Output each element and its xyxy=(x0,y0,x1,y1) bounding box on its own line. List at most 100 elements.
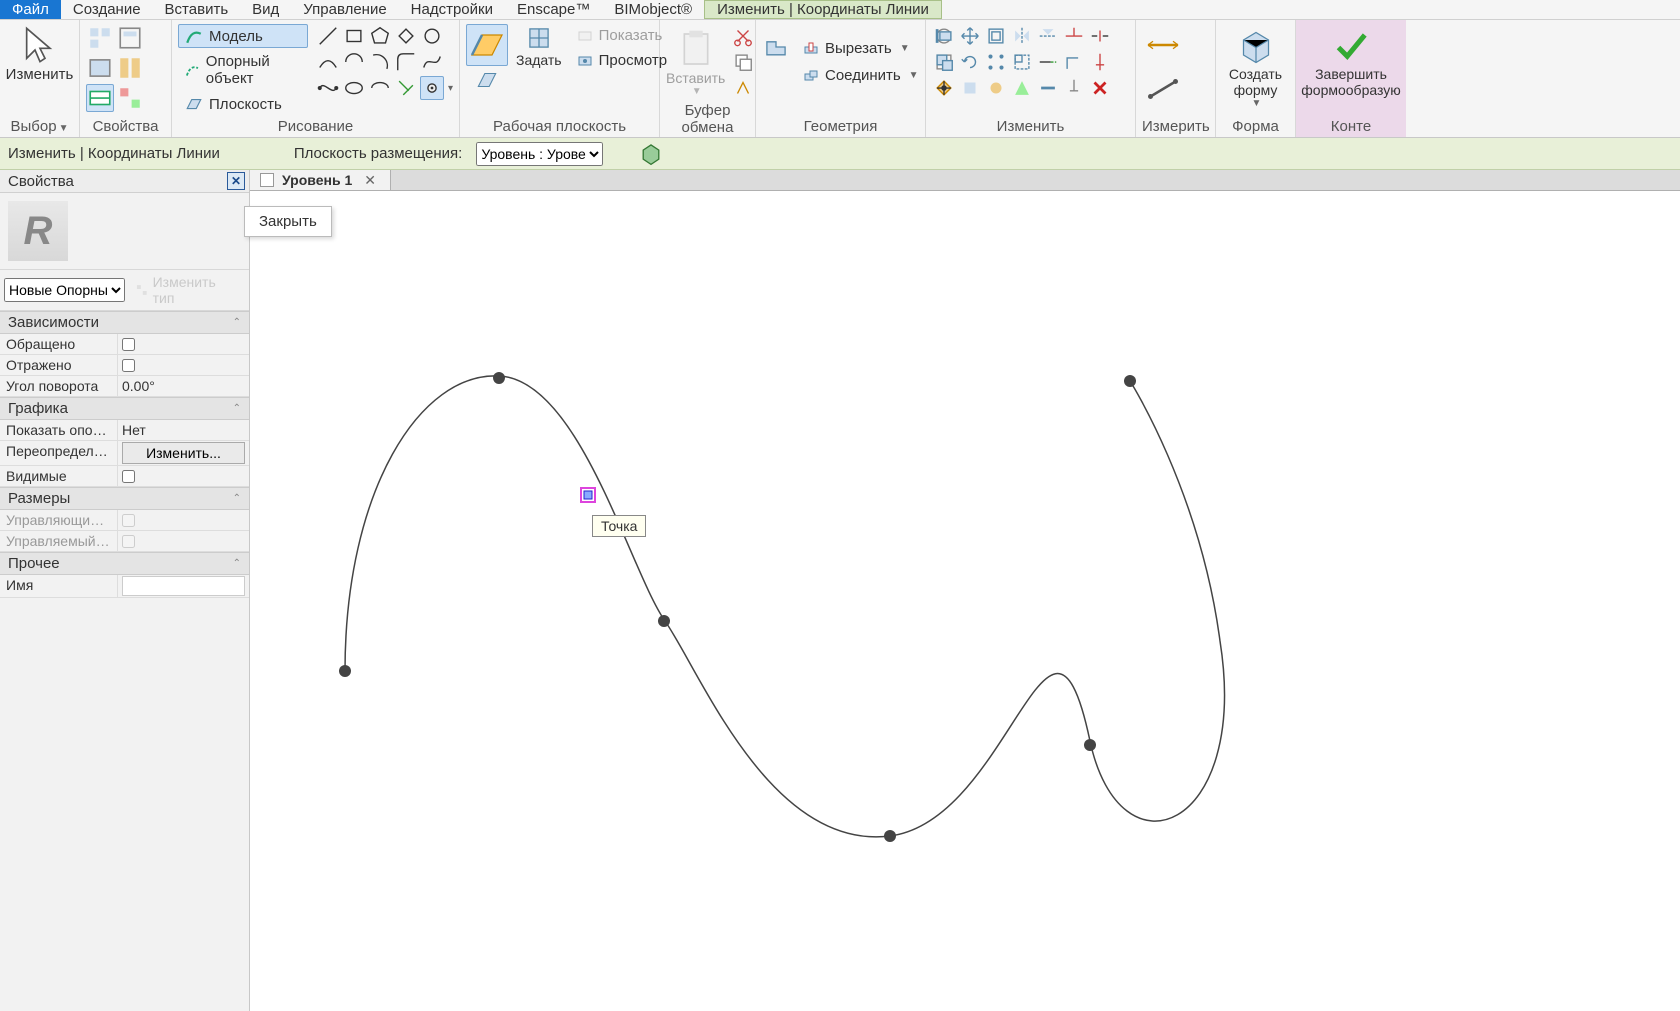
pin-icon[interactable] xyxy=(1088,50,1112,74)
menu-bimobject[interactable]: BIMobject® xyxy=(602,0,704,19)
mod-b-icon[interactable] xyxy=(984,76,1008,100)
menu-bar: Файл Создание Вставить Вид Управление На… xyxy=(0,0,1680,20)
viewer-button[interactable]: Просмотр xyxy=(570,49,675,72)
set-plane-icon[interactable] xyxy=(525,24,553,52)
corner-icon[interactable] xyxy=(1062,50,1086,74)
panel-draw-label: Рисование xyxy=(178,116,453,135)
workplane-main-icon[interactable] xyxy=(466,24,508,66)
trim-icon[interactable] xyxy=(1062,24,1086,48)
prop-driven-label: Управляемый ... xyxy=(0,531,118,551)
cut-geom-button[interactable]: Вырезать▼ xyxy=(796,37,926,60)
menu-addins[interactable]: Надстройки xyxy=(399,0,505,19)
menu-insert[interactable]: Вставить xyxy=(153,0,241,19)
optbar-3d-icon[interactable] xyxy=(637,140,665,168)
menu-create[interactable]: Создание xyxy=(61,0,153,19)
mirror1-icon[interactable] xyxy=(1010,24,1034,48)
cursor-icon[interactable] xyxy=(19,24,61,66)
panel-clipboard-label: Буфер обмена xyxy=(666,100,749,136)
geom-notch-icon[interactable] xyxy=(762,33,790,61)
copy-clip-icon[interactable] xyxy=(731,50,755,74)
prop-icon-2[interactable] xyxy=(116,24,144,52)
draw-expand-icon[interactable]: ▾ xyxy=(448,83,453,94)
delete-icon[interactable] xyxy=(1088,76,1112,100)
polygon-icon[interactable] xyxy=(368,24,392,48)
view-tab-level1[interactable]: Уровень 1 ✕ xyxy=(250,170,391,190)
menu-enscape[interactable]: Enscape™ xyxy=(505,0,602,19)
create-form-icon[interactable] xyxy=(1235,24,1277,66)
prop-icon-5[interactable] xyxy=(86,84,114,112)
prop-showref-value[interactable]: Нет xyxy=(122,422,146,438)
type-selector[interactable]: Новые Опорны xyxy=(4,278,125,302)
placement-label: Плоскость размещения: xyxy=(294,145,463,162)
spline-icon[interactable] xyxy=(316,76,340,100)
group-other[interactable]: Прочее⌃ xyxy=(0,552,249,575)
menu-view[interactable]: Вид xyxy=(240,0,291,19)
polygon2-icon[interactable] xyxy=(394,24,418,48)
workplane-alt-icon[interactable] xyxy=(473,66,501,94)
rect-icon[interactable] xyxy=(342,24,366,48)
circle-icon[interactable] xyxy=(420,24,444,48)
arc3-icon[interactable] xyxy=(368,50,392,74)
partial-ellipse-icon[interactable] xyxy=(368,76,392,100)
close-tooltip[interactable]: Закрыть xyxy=(244,206,332,237)
array-icon[interactable] xyxy=(984,50,1008,74)
group-dims[interactable]: Размеры⌃ xyxy=(0,487,249,510)
rotate-icon[interactable] xyxy=(958,50,982,74)
group-deps[interactable]: Зависимости⌃ xyxy=(0,311,249,334)
arc1-icon[interactable] xyxy=(316,50,340,74)
draw-model-button[interactable]: Модель xyxy=(178,24,308,48)
move2-icon[interactable] xyxy=(932,76,956,100)
prop-override-button[interactable]: Изменить... xyxy=(122,442,245,464)
prop-visible-checkbox[interactable] xyxy=(122,470,135,483)
join-geom-button[interactable]: Соединить▼ xyxy=(796,64,926,87)
spline2-icon[interactable] xyxy=(420,50,444,74)
prop-icon-6[interactable] xyxy=(116,84,144,112)
aligned-dim-icon[interactable] xyxy=(1142,24,1184,66)
move-icon[interactable] xyxy=(958,24,982,48)
group-gfx[interactable]: Графика⌃ xyxy=(0,397,249,420)
scale-icon[interactable] xyxy=(1010,50,1034,74)
prop-angle-value[interactable]: 0.00° xyxy=(122,378,155,394)
prop-name-input[interactable] xyxy=(122,576,245,596)
optbar-context: Изменить | Координаты Линии xyxy=(8,145,220,162)
mod-a-icon[interactable] xyxy=(958,76,982,100)
prop-reversed-checkbox[interactable] xyxy=(122,338,135,351)
arc2-icon[interactable] xyxy=(342,50,366,74)
cut-clip-icon[interactable] xyxy=(731,24,755,48)
match-icon[interactable] xyxy=(731,76,755,100)
draw-plane-button[interactable]: Плоскость xyxy=(178,92,308,116)
panel-pick-label: Выбор▼ xyxy=(6,116,73,135)
prop-icon-1[interactable] xyxy=(86,24,114,52)
measure-icon[interactable] xyxy=(1142,68,1184,110)
ellipse-icon[interactable] xyxy=(342,76,366,100)
props-title: Свойства xyxy=(8,173,74,190)
prop-icon-4[interactable] xyxy=(116,54,144,82)
align-icon[interactable] xyxy=(932,24,956,48)
drawing-canvas[interactable]: Точка xyxy=(250,191,1680,1011)
panel-workplane-label: Рабочая плоскость xyxy=(466,116,653,135)
mirror2-icon[interactable] xyxy=(1036,24,1060,48)
prop-mirrored-checkbox[interactable] xyxy=(122,359,135,372)
line-icon[interactable] xyxy=(316,24,340,48)
view-tab-close[interactable]: ✕ xyxy=(360,172,380,189)
draw-ref-button[interactable]: Опорный объект xyxy=(178,50,308,90)
fillet-icon[interactable] xyxy=(394,50,418,74)
copy-icon[interactable] xyxy=(932,50,956,74)
mod-c-icon[interactable] xyxy=(1010,76,1034,100)
prop-icon-3[interactable] xyxy=(86,54,114,82)
mod-d-icon[interactable] xyxy=(1036,76,1060,100)
paste-icon xyxy=(675,28,717,70)
pick-lines-icon[interactable] xyxy=(394,76,418,100)
menu-manage[interactable]: Управление xyxy=(291,0,398,19)
props-close-button[interactable]: ✕ xyxy=(227,172,245,190)
split-icon[interactable] xyxy=(1088,24,1112,48)
offset-icon[interactable] xyxy=(984,24,1008,48)
menu-file[interactable]: Файл xyxy=(0,0,61,19)
unpin-icon[interactable] xyxy=(1062,76,1086,100)
placement-select[interactable]: Уровень : Урове xyxy=(476,142,603,166)
point-icon[interactable] xyxy=(420,76,444,100)
menu-modify-context[interactable]: Изменить | Координаты Линии xyxy=(704,0,942,19)
show-plane-icon xyxy=(577,28,593,44)
finish-icon[interactable] xyxy=(1330,24,1372,66)
extend-icon[interactable] xyxy=(1036,50,1060,74)
